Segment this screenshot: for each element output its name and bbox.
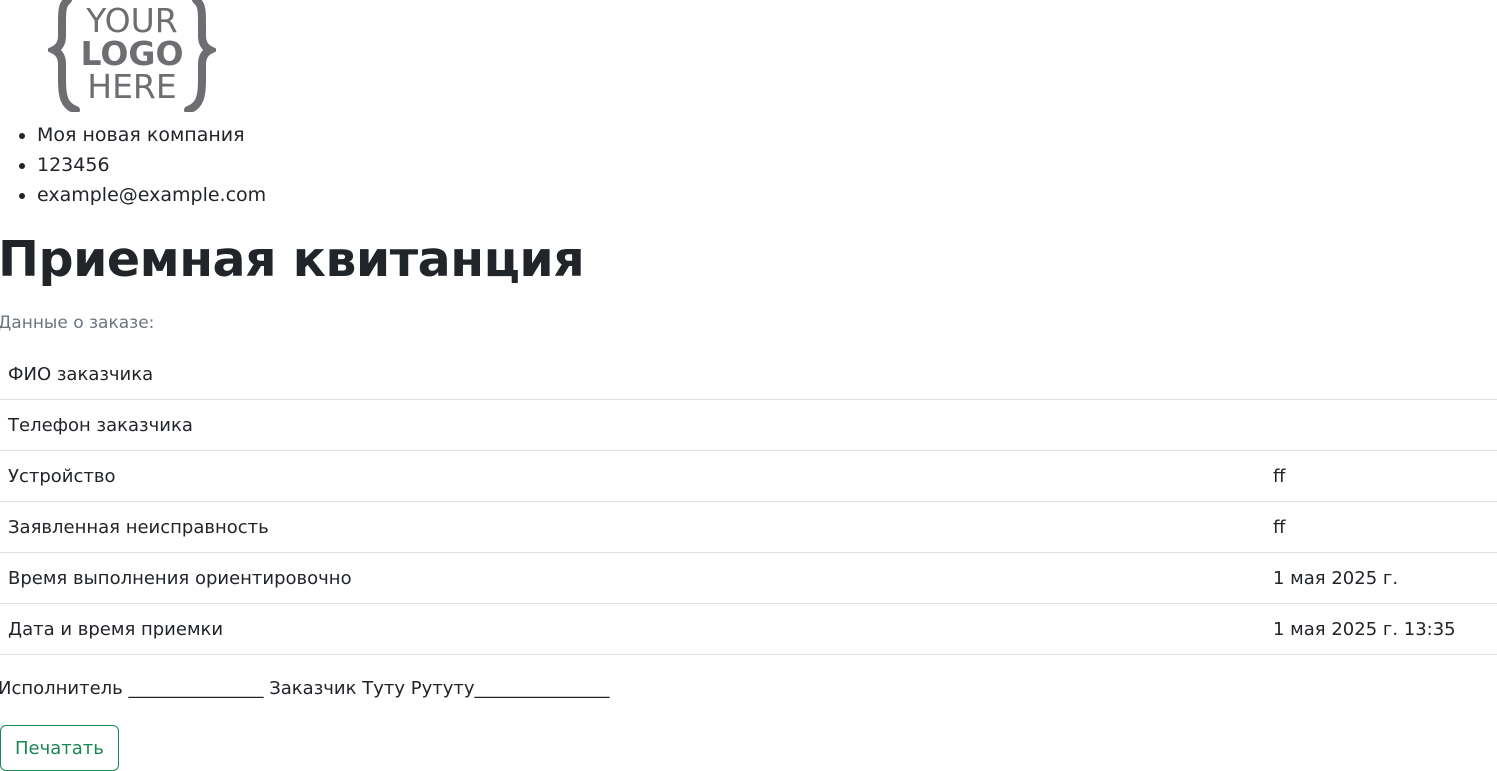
row-label: ФИО заказчика: [0, 350, 1265, 400]
row-value: 1 мая 2025 г. 13:35: [1265, 603, 1497, 655]
row-value: 1 мая 2025 г.: [1265, 552, 1497, 604]
logo-right-brace-icon: [184, 0, 216, 112]
table-row: Время выполнения ориентировочно 1 мая 20…: [0, 552, 1497, 604]
company-phone: 123456: [37, 150, 266, 180]
row-label: Дата и время приемки: [0, 603, 1265, 655]
page-title: Приемная квитанция: [0, 231, 585, 288]
company-name: Моя новая компания: [37, 120, 266, 150]
logo-left-brace-icon: [48, 0, 80, 112]
row-value: [1265, 399, 1497, 451]
company-logo: YOUR LOGO HERE: [48, 0, 216, 112]
order-section-label: Данные о заказе:: [0, 313, 155, 333]
row-value: ff: [1265, 501, 1497, 553]
company-contacts-list: Моя новая компания 123456 example@exampl…: [0, 120, 266, 210]
row-value: [1265, 350, 1497, 400]
table-row: Заявленная неисправность ff: [0, 501, 1497, 553]
logo-text-line3: HERE: [87, 67, 176, 106]
signature-line: Исполнитель _______________ Заказчик Тут…: [0, 678, 610, 699]
table-row: Телефон заказчика: [0, 399, 1497, 451]
row-label: Телефон заказчика: [0, 399, 1265, 451]
table-row: Дата и время приемки 1 мая 2025 г. 13:35: [0, 603, 1497, 655]
row-label: Время выполнения ориентировочно: [0, 552, 1265, 604]
table-row: ФИО заказчика: [0, 350, 1497, 400]
order-details-table: ФИО заказчика Телефон заказчика Устройст…: [0, 350, 1497, 655]
company-email: example@example.com: [37, 180, 266, 210]
row-label: Устройство: [0, 450, 1265, 502]
row-label: Заявленная неисправность: [0, 501, 1265, 553]
print-button[interactable]: Печатать: [0, 725, 119, 771]
table-row: Устройство ff: [0, 450, 1497, 502]
row-value: ff: [1265, 450, 1497, 502]
